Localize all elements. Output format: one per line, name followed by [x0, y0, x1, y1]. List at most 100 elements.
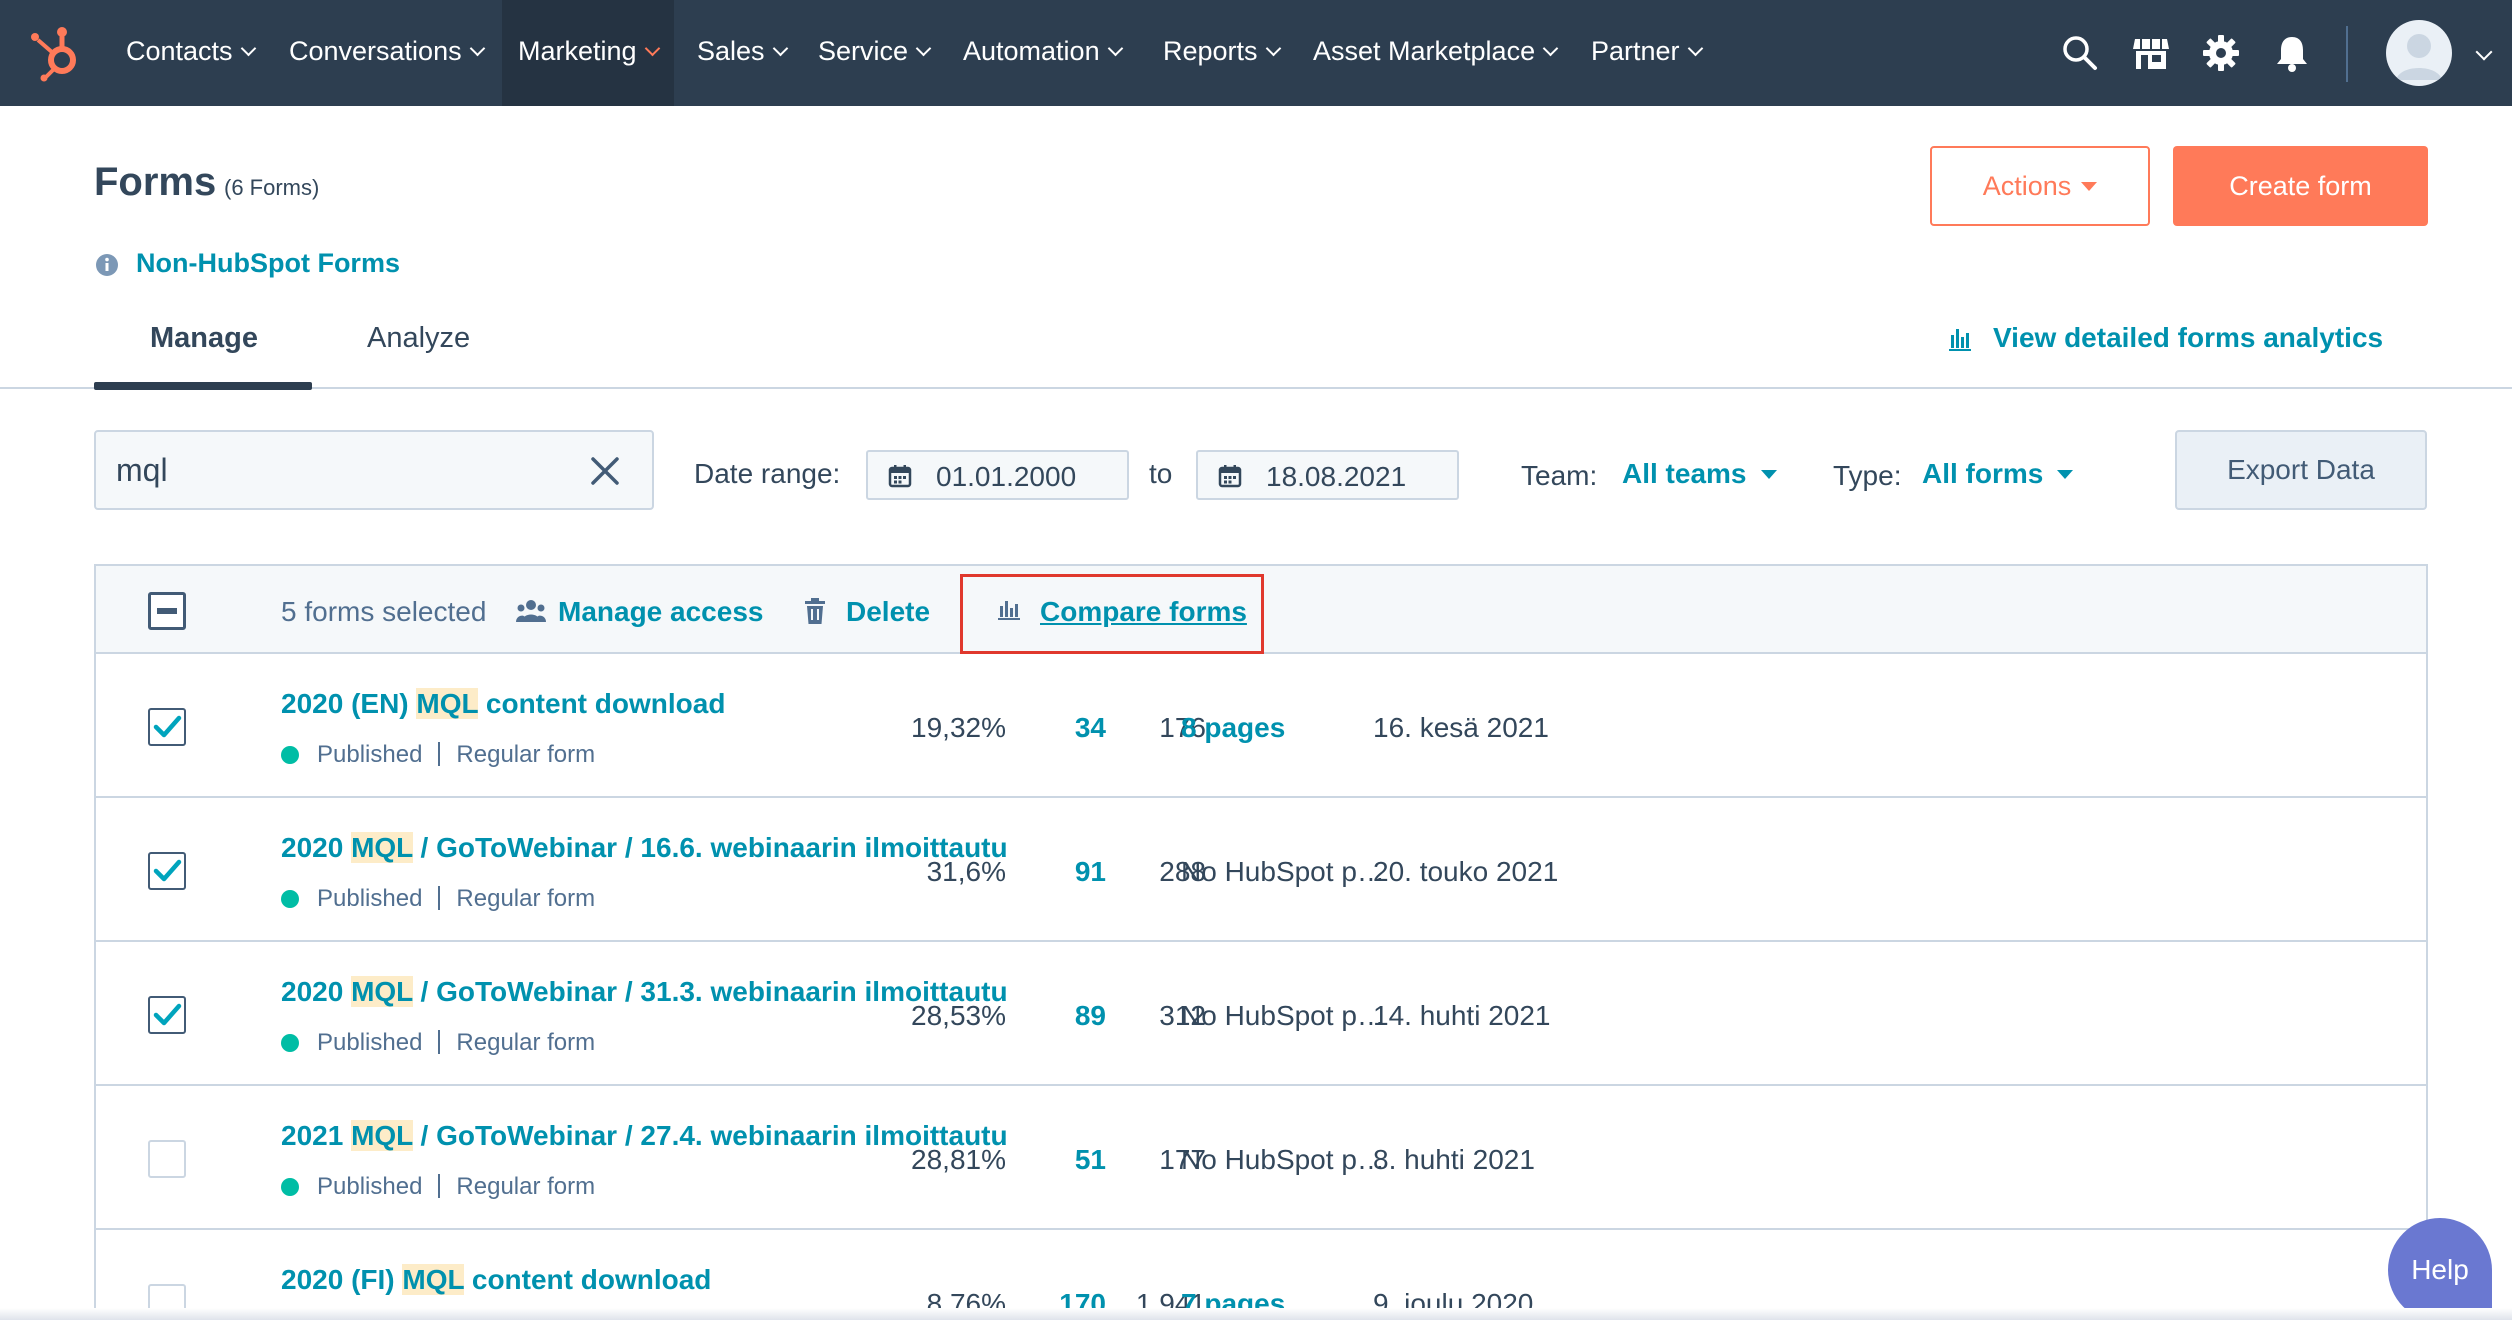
date-from-input[interactable]: 01.01.2000	[866, 450, 1129, 500]
chevron-down-icon	[1542, 40, 1559, 57]
avatar-icon	[2396, 34, 2442, 80]
form-type: Regular form	[456, 741, 596, 768]
caret-down-icon	[2057, 470, 2074, 479]
non-hubspot-forms-link[interactable]: Non-HubSpot Forms	[136, 248, 400, 279]
date-range-label: Date range:	[694, 458, 841, 489]
nav-item-service[interactable]: Service	[818, 0, 932, 106]
caret-down-icon	[2081, 182, 2098, 191]
search-icon[interactable]	[2060, 33, 2100, 73]
marketplace-icon[interactable]	[2131, 33, 2171, 73]
chevron-down-icon	[772, 40, 788, 57]
nav-item-conversations[interactable]: Conversations	[289, 0, 485, 106]
team-label: Team:	[1521, 460, 1598, 491]
search-highlight: MQL	[402, 1264, 465, 1295]
chevron-down-icon	[1265, 40, 1281, 57]
checkmark-icon	[153, 1003, 182, 1026]
row-checkbox[interactable]	[148, 852, 186, 890]
type-label: Type:	[1833, 460, 1902, 491]
conversion-rate-value: 28,81%	[911, 1144, 1006, 1175]
chevron-down-icon[interactable]	[2475, 43, 2493, 61]
nav-item-sales[interactable]: Sales	[697, 0, 788, 106]
tab-analyze[interactable]: Analyze	[367, 322, 470, 355]
status-badge: Published	[317, 885, 423, 912]
search-input[interactable]	[116, 446, 566, 494]
status-dot	[281, 746, 299, 764]
bulk-actions-bar: 5 forms selected Manage access Delete Co…	[96, 566, 2426, 654]
nav-item-marketing[interactable]: Marketing	[502, 0, 674, 106]
chevron-down-icon	[1687, 40, 1703, 57]
date-to-input[interactable]: 18.08.2021	[1196, 450, 1459, 500]
status-dot	[281, 1178, 299, 1196]
form-type: Regular form	[456, 1029, 596, 1056]
status-badge: Published	[317, 1173, 423, 1200]
updated-date: 20. touko 2021	[1373, 856, 1559, 887]
search-highlight: MQL	[351, 832, 413, 863]
submissions-link[interactable]: 51	[996, 1144, 1106, 1176]
search-highlight: MQL	[416, 688, 479, 719]
row-checkbox[interactable]	[148, 1140, 186, 1178]
checkmark-icon	[153, 715, 182, 738]
chevron-down-icon	[644, 40, 660, 57]
chevron-down-icon	[1107, 40, 1123, 57]
scroll-fade	[0, 1308, 2512, 1320]
select-all-checkbox[interactable]	[148, 592, 186, 630]
meta-divider	[438, 742, 441, 766]
form-type: Regular form	[456, 1173, 596, 1200]
updated-date: 14. huhti 2021	[1373, 1000, 1551, 1031]
form-type: Regular form	[456, 885, 596, 912]
nav-item-asset-marketplace[interactable]: Asset Marketplace	[1313, 0, 1559, 106]
gear-icon[interactable]	[2201, 33, 2241, 73]
search-box	[94, 430, 654, 510]
delete-button[interactable]: Delete	[805, 596, 930, 628]
team-dropdown[interactable]: All teams	[1622, 458, 1777, 490]
minus-icon	[157, 608, 177, 614]
calendar-icon	[1218, 465, 1242, 488]
date-from-value: 01.01.2000	[936, 461, 1077, 492]
manage-access-button[interactable]: Manage access	[516, 596, 763, 628]
to-label: to	[1149, 458, 1173, 489]
form-meta: Published Regular form	[281, 738, 595, 769]
info-icon	[96, 254, 118, 276]
row-checkbox[interactable]	[148, 708, 186, 746]
close-icon[interactable]	[586, 452, 624, 490]
submissions-link[interactable]: 34	[996, 712, 1106, 744]
nav-item-partner[interactable]: Partner	[1591, 0, 1703, 106]
chevron-down-icon	[240, 40, 256, 57]
status-badge: Published	[317, 1029, 423, 1056]
nav-item-contacts[interactable]: Contacts	[126, 0, 256, 106]
checkmark-icon	[153, 859, 182, 882]
status-dot	[281, 1034, 299, 1052]
actions-button[interactable]: Actions	[1930, 146, 2150, 226]
create-form-button[interactable]: Create form	[2173, 146, 2428, 226]
active-tab-indicator	[94, 382, 312, 390]
updated-date: 8. huhti 2021	[1373, 1144, 1535, 1175]
highlight-annotation-box	[960, 574, 1264, 654]
row-checkbox[interactable]	[148, 996, 186, 1034]
bell-icon[interactable]	[2272, 33, 2312, 73]
selected-count: 5 forms selected	[281, 596, 487, 627]
help-button[interactable]: Help	[2388, 1218, 2492, 1320]
nav-item-reports[interactable]: Reports	[1163, 0, 1281, 106]
meta-divider	[438, 1174, 441, 1198]
hubspot-sprocket-icon[interactable]	[26, 22, 86, 82]
submissions-link[interactable]: 89	[996, 1000, 1106, 1032]
nav-item-automation[interactable]: Automation	[963, 0, 1123, 106]
date-to-value: 18.08.2021	[1266, 461, 1407, 492]
view-forms-analytics-link[interactable]: View detailed forms analytics	[1993, 322, 2383, 354]
calendar-icon	[888, 465, 912, 488]
updated-date: 16. kesä 2021	[1373, 712, 1549, 743]
type-dropdown[interactable]: All forms	[1922, 458, 2074, 490]
avatar[interactable]	[2386, 20, 2452, 86]
form-meta: Published Regular form	[281, 1026, 595, 1057]
meta-divider	[438, 886, 441, 910]
trash-icon	[805, 598, 825, 624]
conversion-rate-value: 31,6%	[926, 856, 1006, 887]
status-dot	[281, 890, 299, 908]
submissions-link[interactable]: 91	[996, 856, 1106, 888]
export-data-button[interactable]: Export Data	[2175, 430, 2427, 510]
tab-manage[interactable]: Manage	[150, 322, 258, 355]
page-title: Forms	[94, 160, 217, 204]
table-row: 2020 (EN) MQL content download Published R…	[96, 654, 2426, 798]
conversion-rate-value: 19,32%	[911, 712, 1006, 743]
status-badge: Published	[317, 741, 423, 768]
